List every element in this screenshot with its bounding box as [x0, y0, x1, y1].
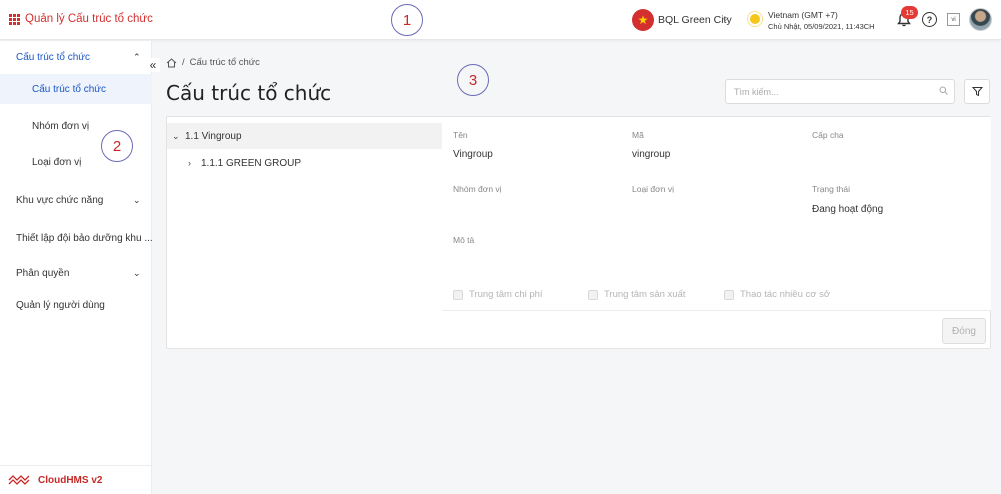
multi-facility-checkbox[interactable]: Thao tác nhiều cơ sở — [724, 289, 830, 300]
chevron-up-icon: ⌃ — [133, 51, 141, 62]
tree-node-vingroup[interactable]: ⌄ 1.1 Vingroup — [167, 123, 442, 149]
sidebar-item-label: Khu vực chức năng — [16, 194, 104, 206]
collapse-sidebar-icon[interactable]: « — [146, 58, 160, 72]
org-selector-label[interactable]: BQL Green City — [658, 14, 732, 26]
chevron-down-icon[interactable]: ⌵ — [722, 13, 729, 24]
help-icon[interactable]: ? — [922, 12, 937, 27]
chevron-down-icon[interactable]: ⌄ — [172, 131, 180, 142]
filter-icon — [971, 87, 983, 97]
sidebar-footer: CloudHMS v2 — [0, 465, 152, 494]
page-title: Cấu trúc tổ chức — [166, 81, 332, 105]
code-value: vingroup — [632, 149, 671, 160]
checkbox-label: Trung tâm chi phí — [469, 289, 543, 300]
close-button[interactable]: Đóng — [942, 318, 986, 344]
datetime-label: Chủ Nhật, 05/09/2021, 11:43CH — [768, 22, 875, 31]
home-icon[interactable] — [166, 57, 177, 68]
filter-button[interactable] — [964, 79, 990, 104]
annotation-marker-1: 1 — [391, 4, 423, 36]
sidebar-item-label: Thiết lập đội bảo dưỡng khu ... — [16, 232, 153, 244]
sidebar-item-label: Loại đơn vị — [32, 156, 82, 168]
chevron-down-icon: ⌄ — [133, 267, 141, 278]
code-label: Mã — [632, 130, 644, 140]
production-center-checkbox[interactable]: Trung tâm sản xuất — [588, 289, 686, 300]
sidebar-item-permissions[interactable]: Phân quyền ⌄ — [0, 258, 152, 288]
sidebar-item-functional-area[interactable]: Khu vực chức năng ⌄ — [0, 185, 152, 215]
checkbox-label: Thao tác nhiều cơ sở — [740, 289, 831, 300]
sidebar-subitem-org-structure[interactable]: Cấu trúc tổ chức — [0, 74, 152, 104]
checkbox-box — [588, 289, 598, 300]
search-input[interactable] — [725, 79, 955, 104]
language-icon[interactable]: vi — [947, 13, 960, 26]
sidebar-item-maintenance-team[interactable]: Thiết lập đội bảo dưỡng khu ... — [0, 223, 153, 253]
sidebar: Cấu trúc tổ chức ⌃ Cấu trúc tổ chức Nhóm… — [0, 41, 153, 494]
checkbox-label: Trung tâm sản xuất — [604, 289, 686, 300]
annotation-marker-3: 3 — [457, 64, 489, 96]
apps-grid-icon[interactable] — [9, 14, 20, 25]
sidebar-item-label: Phân quyền — [16, 267, 70, 279]
sidebar-item-label: Cấu trúc tổ chức — [32, 83, 106, 95]
unit-type-label: Loại đơn vị — [632, 184, 674, 194]
breadcrumb: / Cấu trúc tổ chức — [166, 57, 260, 68]
sidebar-item-label: Quản lý người dùng — [16, 299, 105, 311]
tree-node-label: 1.1.1 GREEN GROUP — [201, 157, 302, 169]
app-title: Quản lý Cấu trúc tổ chức — [25, 13, 153, 25]
org-logo-icon[interactable]: ★ — [632, 9, 654, 31]
chevron-down-icon: ⌄ — [133, 194, 141, 205]
app-version-label: CloudHMS v2 — [38, 475, 103, 486]
annotation-marker-2: 2 — [101, 130, 133, 162]
org-structure-panel: ⌄ 1.1 Vingroup › 1.1.1 GREEN GROUP Tên V… — [166, 116, 991, 349]
sidebar-item-user-management[interactable]: Quản lý người dùng — [0, 290, 152, 320]
detail-view: Tên Vingroup Mã vingroup Cấp cha Nhóm đơ… — [442, 117, 991, 310]
checkbox-box — [724, 289, 734, 300]
parent-label: Cấp cha — [812, 130, 844, 140]
cost-center-checkbox[interactable]: Trung tâm chi phí — [453, 289, 543, 300]
sidebar-item-org-structure[interactable]: Cấu trúc tổ chức ⌃ — [0, 42, 152, 72]
chevron-right-icon[interactable]: › — [188, 158, 191, 168]
cloudhms-logo-icon — [8, 475, 30, 485]
search-icon[interactable] — [939, 86, 948, 95]
tree-node-label: 1.1 Vingroup — [185, 130, 242, 142]
detail-footer: Đóng — [442, 310, 991, 349]
tree-node-green-group[interactable]: › 1.1.1 GREEN GROUP — [167, 150, 442, 176]
timezone-label: Vietnam (GMT +7) — [768, 10, 838, 20]
name-label: Tên — [453, 130, 468, 140]
breadcrumb-current[interactable]: Cấu trúc tổ chức — [190, 57, 260, 68]
breadcrumb-separator: / — [182, 57, 185, 68]
name-value: Vingroup — [453, 149, 493, 160]
top-header: Quản lý Cấu trúc tổ chức 1 ★ BQL Green C… — [0, 0, 1001, 40]
sidebar-item-label: Nhóm đơn vị — [32, 120, 90, 132]
status-label: Trạng thái — [812, 184, 850, 194]
unit-group-label: Nhóm đơn vị — [453, 184, 502, 194]
checkbox-box — [453, 289, 463, 300]
description-label: Mô tả — [453, 235, 475, 245]
status-value: Đang hoạt động — [812, 204, 884, 215]
weather-sun-icon — [750, 14, 760, 24]
sidebar-item-label: Cấu trúc tổ chức — [16, 51, 90, 63]
user-avatar[interactable] — [969, 8, 992, 31]
notification-count-badge: 15 — [901, 6, 918, 19]
